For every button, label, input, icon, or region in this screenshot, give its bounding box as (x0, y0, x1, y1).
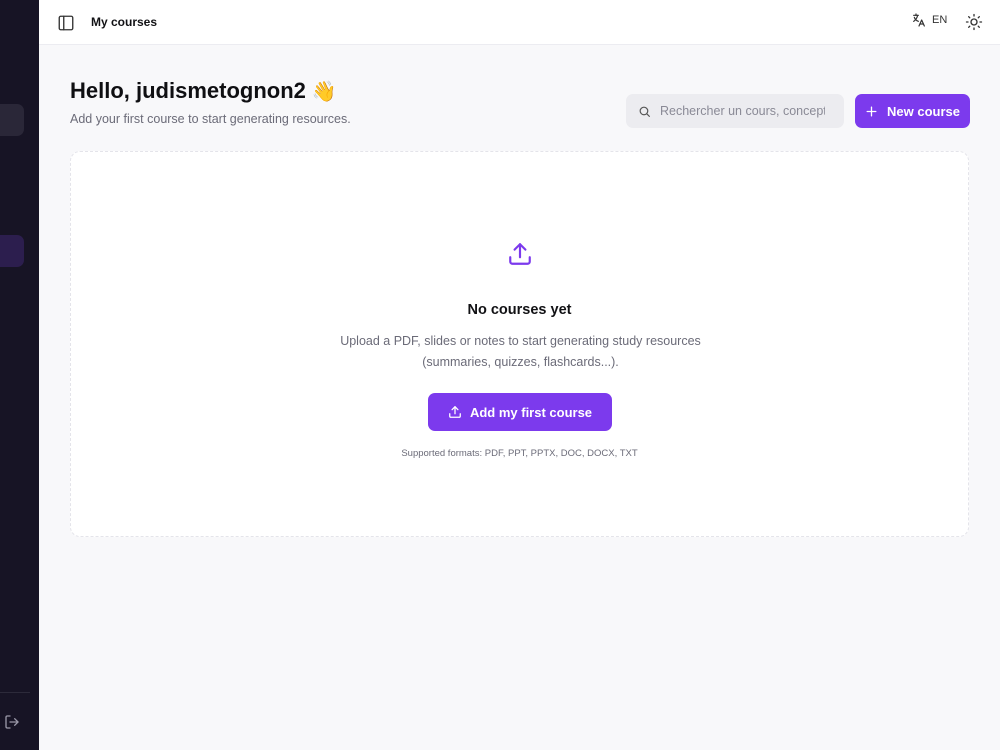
supported-formats: Supported formats: PDF, PPT, PPTX, DOC, … (401, 448, 638, 459)
plus-icon (866, 106, 877, 116)
sidebar-toggle-button[interactable] (57, 14, 75, 32)
sidebar-item-active[interactable] (0, 235, 24, 267)
empty-state-title: No courses yet (467, 302, 572, 318)
upload-icon (509, 243, 531, 265)
add-first-course-button[interactable]: Add my first course (428, 393, 612, 431)
add-first-course-label: Add my first course (469, 404, 593, 420)
search-box (626, 94, 844, 128)
greeting-title: Hello, judismetognon2 👋 (70, 78, 337, 104)
empty-state-card: No courses yet Upload a PDF, slides or n… (70, 151, 969, 537)
page-title: My courses (91, 15, 158, 29)
sidebar-item[interactable] (0, 104, 24, 136)
search-input[interactable] (660, 104, 825, 118)
search-icon (639, 106, 650, 117)
sidebar (0, 0, 39, 750)
new-course-button[interactable]: New course (855, 94, 970, 128)
new-course-label: New course (887, 103, 960, 119)
logout-icon[interactable] (4, 714, 20, 730)
top-bar: My courses EN (39, 0, 1000, 45)
sun-icon (965, 13, 983, 31)
wave-emoji: 👋 (311, 80, 337, 103)
language-label: EN (932, 14, 948, 26)
empty-state-description: Upload a PDF, slides or notes to start g… (321, 331, 720, 373)
empty-state-description-line: Upload a PDF, slides or notes to start g… (340, 334, 701, 348)
upload-icon (449, 406, 461, 418)
language-button[interactable]: EN (911, 12, 947, 28)
greeting-subtitle: Add your first course to start generatin… (70, 112, 351, 126)
empty-state-description-line: (summaries, quizzes, flashcards...). (422, 355, 619, 369)
panel-left-icon (58, 15, 74, 31)
sidebar-divider (0, 692, 30, 693)
translate-icon (913, 13, 925, 27)
greeting-text: Hello, judismetognon2 (70, 78, 306, 103)
theme-toggle-button[interactable] (965, 13, 983, 31)
